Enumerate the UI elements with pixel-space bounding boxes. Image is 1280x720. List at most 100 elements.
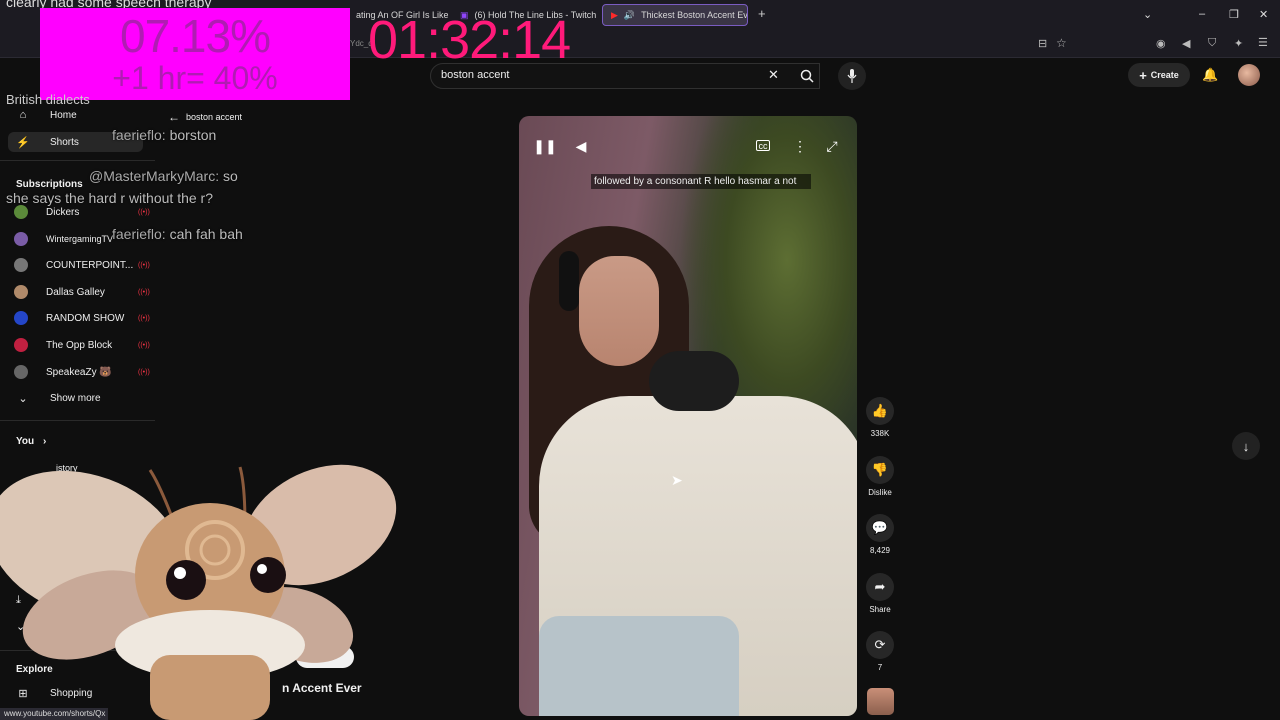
arrow-down-icon: ↓ xyxy=(1242,438,1250,454)
overlay-british-text: British dialects xyxy=(6,92,90,107)
shorts-video-player[interactable]: ❚❚ ◀ cc ⋮ ⤢ followed by a consonant R he… xyxy=(519,116,857,716)
browser-tab-active[interactable]: ▶ 🔊 Thickest Boston Accent Eve × xyxy=(602,4,748,26)
like-count: 338K xyxy=(870,429,890,438)
microphone-icon xyxy=(847,69,857,83)
share-label: Share xyxy=(869,605,891,614)
shield-icon[interactable]: ⛉ xyxy=(1208,37,1216,50)
voice-search-button[interactable] xyxy=(838,62,866,90)
chat-text: cah fah bah xyxy=(165,226,243,242)
shorts-icon: ⚡ xyxy=(16,136,30,149)
remix-icon: ⟳ xyxy=(866,631,894,659)
chat-text: so xyxy=(219,168,238,184)
live-icon: ((•)) xyxy=(138,314,150,322)
home-icon: ⌂ xyxy=(19,109,27,121)
sidebar-subscription[interactable]: The Opp Block ((•)) xyxy=(14,336,150,354)
divider xyxy=(0,160,155,161)
clear-search-icon[interactable]: ✕ xyxy=(768,67,779,83)
notifications-bell-icon[interactable]: 🔔 xyxy=(1202,67,1218,83)
subscription-label: Dallas Galley xyxy=(46,286,105,298)
audio-icon: 🔊 xyxy=(623,9,636,20)
arrow-left-icon: ← xyxy=(168,110,180,124)
overlay-timer: 01:32:14 xyxy=(368,10,571,70)
channel-thumbnail[interactable] xyxy=(867,688,894,715)
sidebar-subscription[interactable]: WintergamingTV xyxy=(14,230,113,248)
comment-count: 8,429 xyxy=(869,546,891,555)
chat-username: faerieflo: xyxy=(112,127,166,143)
avatar[interactable] xyxy=(1238,64,1260,86)
video-jeans xyxy=(539,616,739,716)
youtube-icon: ▶ xyxy=(611,9,618,20)
pause-button[interactable]: ❚❚ xyxy=(533,134,557,158)
comments-button[interactable]: 💬 8,429 xyxy=(866,514,894,555)
create-label: Create xyxy=(1150,70,1179,80)
sidebar-subscription[interactable]: COUNTERPOINT... ((•)) xyxy=(14,256,150,274)
chat-text: borston xyxy=(165,127,217,143)
moth-mascot-overlay xyxy=(0,464,397,720)
captions-button[interactable]: cc xyxy=(756,140,770,151)
sidebar-subscription[interactable]: SpeakeaZy 🐻 ((•)) xyxy=(14,363,150,381)
overlay-percent-goal: +1 hr= 40% xyxy=(112,60,278,96)
sidebar-subscription[interactable]: RANDOM SHOW ((•)) xyxy=(14,309,150,327)
channel-avatar xyxy=(14,311,28,325)
video-microphone xyxy=(649,351,739,411)
channel-avatar xyxy=(14,205,28,219)
minimize-button[interactable]: – xyxy=(1199,8,1205,20)
thumbs-up-icon: 👍 xyxy=(866,397,894,425)
subscription-label: Dickers xyxy=(46,206,80,218)
speaker-icon[interactable]: ◀ xyxy=(1182,37,1190,50)
video-headphones xyxy=(559,251,579,311)
sidebar-item-home[interactable]: ⌂ Home xyxy=(14,106,77,124)
comment-icon: 💬 xyxy=(866,514,894,542)
chat-text: she says the hard r without the r? xyxy=(6,190,213,206)
like-button[interactable]: 👍 338K xyxy=(866,397,894,438)
subscription-label: COUNTERPOINT... xyxy=(46,259,134,271)
subscription-label: The Opp Block xyxy=(46,339,113,351)
overlay-percent: 07.13% xyxy=(119,10,271,62)
subscriptions-title[interactable]: Subscriptions xyxy=(16,179,83,190)
menu-icon[interactable]: ☰ xyxy=(1258,36,1268,49)
extensions-icon[interactable]: ✦ xyxy=(1234,37,1243,50)
remix-button[interactable]: ⟳ 7 xyxy=(866,631,894,672)
live-icon: ((•)) xyxy=(138,288,150,296)
more-options-icon[interactable]: ⋮ xyxy=(788,134,812,158)
chat-username: faerieflo: xyxy=(112,226,166,242)
channel-avatar xyxy=(14,232,28,246)
mouse-cursor-icon: ➤ xyxy=(671,472,683,488)
create-button[interactable]: + Create xyxy=(1128,63,1190,87)
new-tab-button[interactable]: + xyxy=(758,6,766,21)
share-button[interactable]: ➦ Share xyxy=(866,573,894,614)
close-window-button[interactable]: ✕ xyxy=(1259,8,1268,21)
back-search-label: boston accent xyxy=(186,112,243,122)
chevron-right-icon: › xyxy=(42,436,47,447)
thumbs-down-icon: 👎 xyxy=(866,456,894,484)
account-icon[interactable]: ◉ xyxy=(1156,37,1166,50)
restore-button[interactable]: ❐ xyxy=(1229,8,1239,21)
overlay-percent-box: 07.13% +1 hr= 40% xyxy=(40,8,350,100)
dislike-button[interactable]: 👎 Dislike xyxy=(862,456,898,497)
volume-button[interactable]: ◀ xyxy=(569,134,593,158)
tab-list-chevron-icon[interactable]: ⌄ xyxy=(1143,8,1152,21)
share-arrow-icon: ➦ xyxy=(866,573,894,601)
search-icon xyxy=(800,69,814,83)
plus-icon: + xyxy=(1139,67,1147,83)
fullscreen-icon[interactable]: ⤢ xyxy=(820,134,844,158)
search-button[interactable] xyxy=(788,63,826,89)
chevron-down-icon: ⌄ xyxy=(18,392,28,405)
chat-message: faerieflo: borston xyxy=(112,127,216,143)
bookmark-star-icon[interactable]: ☆ xyxy=(1056,36,1067,50)
subscription-label: WintergamingTV xyxy=(46,234,114,244)
video-person-face xyxy=(579,256,659,366)
sidebar-item-label: Home xyxy=(50,109,77,121)
show-more-button[interactable]: ⌄ Show more xyxy=(14,389,100,407)
you-section-title[interactable]: You › xyxy=(16,436,46,447)
sidebar-subscription[interactable]: Dallas Galley ((•)) xyxy=(14,283,150,301)
back-search-link[interactable]: ← boston accent xyxy=(168,110,242,124)
next-short-button[interactable]: ↓ xyxy=(1232,432,1260,460)
channel-avatar xyxy=(14,365,28,379)
live-icon: ((•)) xyxy=(138,368,150,376)
reader-icon[interactable]: ⊟ xyxy=(1038,37,1047,50)
channel-avatar xyxy=(14,285,28,299)
search-value: boston accent xyxy=(441,69,510,81)
chat-message: @MasterMarkyMarc: so xyxy=(89,168,238,184)
live-icon: ((•)) xyxy=(138,341,150,349)
